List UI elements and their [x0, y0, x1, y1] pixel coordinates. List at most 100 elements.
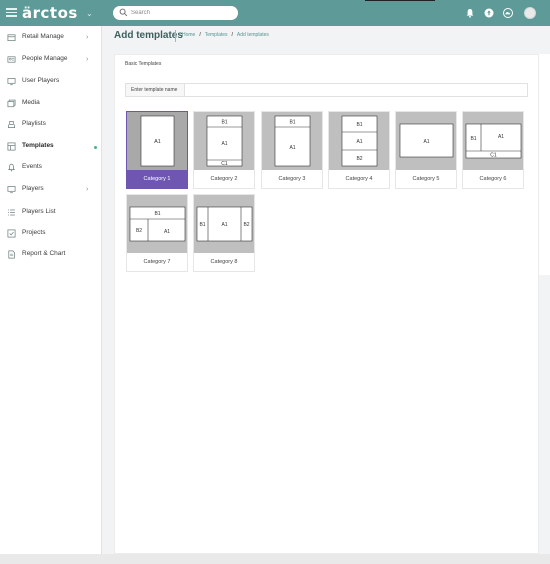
template-preview: A1: [127, 112, 187, 170]
sidebar-item-label: Players List: [22, 208, 56, 215]
template-card-category-5[interactable]: A1 Category 5: [395, 111, 457, 189]
playlist-icon: [7, 120, 16, 129]
upload-icon[interactable]: [484, 8, 494, 18]
sidebar-item-people-manage[interactable]: People Manage ›: [0, 50, 101, 70]
template-preview: A1: [396, 112, 456, 170]
region-label: A1: [221, 222, 227, 228]
top-edge-line: [365, 0, 435, 1]
active-indicator-dot: [94, 146, 97, 149]
breadcrumb-home[interactable]: Home: [182, 32, 195, 38]
region-label: A1: [423, 139, 429, 145]
sidebar-item-players-list[interactable]: Players List: [0, 203, 101, 223]
region-label: A1: [154, 139, 161, 145]
section-label: Basic Templates: [125, 61, 162, 67]
region-label: A1: [221, 141, 227, 147]
template-card-category-1[interactable]: A1 Category 1: [126, 111, 188, 189]
bell-icon[interactable]: [465, 8, 475, 18]
sidebar-item-label: Templates: [22, 142, 54, 149]
sidebar-item-label: Retail Manage: [22, 33, 64, 40]
template-preview: B1 A1 B2: [329, 112, 389, 170]
region-label: B1: [154, 211, 160, 217]
projects-icon: [7, 229, 16, 238]
sidebar-item-label: Media: [22, 99, 40, 106]
sidebar-item-media[interactable]: Media: [0, 94, 101, 114]
sidebar: Retail Manage › People Manage › User Pla…: [0, 26, 102, 554]
sidebar-item-label: People Manage: [22, 55, 68, 62]
chevron-right-icon: ›: [86, 56, 89, 63]
template-preview: B1 A1 B2: [194, 195, 254, 253]
template-preview: B1 A1: [262, 112, 322, 170]
region-label: B1: [356, 122, 362, 128]
template-name-input[interactable]: [186, 84, 526, 96]
template-card-label: Category 1: [127, 170, 187, 188]
template-icon: [7, 142, 16, 151]
template-preview: B1 A1 C1: [194, 112, 254, 170]
page-title: Add templates: [114, 30, 183, 41]
retail-icon: [7, 34, 16, 42]
template-card-category-6[interactable]: B1 A1 C1 Category 6: [462, 111, 524, 189]
template-name-label: Enter template name: [126, 84, 185, 96]
sidebar-item-playlists[interactable]: Playlists: [0, 115, 101, 135]
list-icon: [8, 209, 15, 216]
region-label: C1: [490, 153, 497, 159]
title-divider: [175, 30, 176, 42]
template-card-category-7[interactable]: B1 B2 A1 Category 7: [126, 194, 188, 272]
region-label: B1: [289, 120, 295, 126]
search-input[interactable]: [131, 7, 231, 19]
search-box[interactable]: [113, 6, 238, 20]
sidebar-item-user-players[interactable]: User Players: [0, 72, 101, 92]
sidebar-item-report-chart[interactable]: Report & Chart: [0, 245, 101, 265]
region-label: B2: [356, 156, 362, 162]
sidebar-item-projects[interactable]: Projects: [0, 224, 101, 244]
search-icon: [119, 8, 128, 17]
breadcrumb: Home / Templates / Add templates: [182, 32, 269, 38]
sidebar-item-templates[interactable]: Templates: [0, 137, 101, 157]
template-name-field: Enter template name: [125, 83, 528, 97]
template-card-label: Category 6: [463, 170, 523, 188]
template-preview: B1 A1 C1: [463, 112, 523, 170]
region-label: C1: [221, 161, 228, 167]
template-card-label: Category 7: [127, 253, 187, 271]
region-label: B1: [221, 120, 227, 126]
sidebar-item-events[interactable]: Events: [0, 158, 101, 178]
template-card-category-4[interactable]: B1 A1 B2 Category 4: [328, 111, 390, 189]
sidebar-item-label: Report & Chart: [22, 250, 66, 257]
template-card-label: Category 3: [262, 170, 322, 188]
template-preview: B1 B2 A1: [127, 195, 187, 253]
region-label: A1: [289, 145, 295, 151]
brand-logo[interactable]: ärctos: [22, 4, 78, 22]
region-label: B1: [199, 222, 205, 228]
monitor-icon: [7, 186, 16, 194]
people-icon: [7, 56, 16, 63]
bell-icon: [7, 163, 16, 172]
monitor-icon: [7, 78, 16, 86]
sidebar-item-players[interactable]: Players ›: [0, 180, 101, 200]
panel-edge: [539, 54, 550, 275]
user-avatar-icon[interactable]: [524, 7, 536, 19]
region-label: A1: [164, 229, 170, 235]
sidebar-item-label: User Players: [22, 77, 60, 84]
region-label: A1: [356, 139, 362, 145]
sidebar-item-retail-manage[interactable]: Retail Manage ›: [0, 28, 101, 48]
region-label: B1: [470, 136, 476, 142]
template-card-label: Category 2: [194, 170, 254, 188]
cloud-icon[interactable]: [503, 8, 513, 18]
breadcrumb-current: Add templates: [236, 32, 269, 38]
sidebar-item-label: Players: [22, 185, 44, 192]
template-card-category-8[interactable]: B1 A1 B2 Category 8: [193, 194, 255, 272]
hamburger-menu-icon[interactable]: [6, 8, 17, 17]
template-card-label: Category 4: [329, 170, 389, 188]
sidebar-item-label: Events: [22, 163, 42, 170]
template-card-category-2[interactable]: B1 A1 C1 Category 2: [193, 111, 255, 189]
sidebar-item-label: Playlists: [22, 120, 46, 127]
chevron-right-icon: ›: [86, 186, 89, 193]
media-icon: [7, 99, 16, 108]
sidebar-item-label: Projects: [22, 229, 46, 236]
region-label: B2: [243, 222, 249, 228]
breadcrumb-templates[interactable]: Templates: [205, 32, 228, 38]
template-card-label: Category 5: [396, 170, 456, 188]
bottom-strip: [0, 554, 550, 564]
template-card-label: Category 8: [194, 253, 254, 271]
chevron-down-icon[interactable]: ⌄: [86, 9, 93, 18]
template-card-category-3[interactable]: B1 A1 Category 3: [261, 111, 323, 189]
